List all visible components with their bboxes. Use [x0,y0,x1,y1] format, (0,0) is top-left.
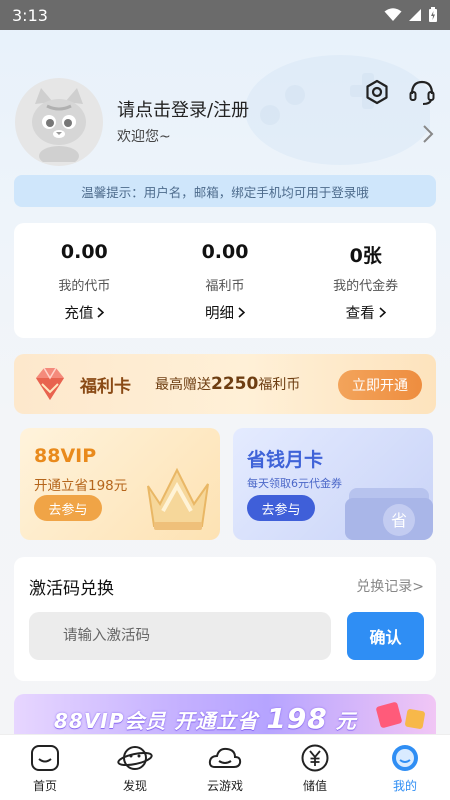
monthly-card-subtitle: 每天领取6元代金券 [247,477,342,490]
status-icons [384,7,438,23]
welfare-desc-suffix: 福利币 [258,377,301,393]
avatar[interactable] [15,78,103,166]
chevron-right-icon [379,307,386,318]
tab-label: 我的 [392,779,417,793]
profile-icon [392,745,418,771]
settings-button[interactable] [363,78,391,106]
monthly-card[interactable]: 省 省钱月卡 每天领取6元代金券 去参与 [233,428,433,540]
gift-decoration-icon [376,702,425,729]
wallet-value: 0.00 [201,241,249,263]
tab-cloud-games[interactable]: 云游戏 [180,735,270,800]
signal-icon [409,9,421,21]
battery-icon [429,7,437,22]
banner-unit: 元 [335,709,357,733]
banner-headline: 88VIP会员 开通立省 [54,709,259,733]
wallet-action-label: 查看 [345,306,375,322]
tab-home[interactable]: 首页 [0,735,90,800]
profile-chevron-right-icon[interactable] [422,124,434,144]
view-vouchers-link[interactable]: 查看 [346,302,386,323]
tab-label: 首页 [32,779,57,793]
banner-text: 88VIP会员 开通立省 198 元 [54,702,357,734]
bottom-tab-bar: 首页 发现 云游戏 储值 我的 [0,734,450,800]
yuan-icon [301,744,329,772]
wallet-label: 我的代币 [58,279,111,294]
activation-code-input[interactable] [29,612,331,660]
open-now-button[interactable]: 立即开通 [338,370,422,400]
vip-card-subtitle: 开通立省198元 [34,478,128,494]
vip-card-title: 88VIP [34,445,97,467]
status-bar: 3:13 [0,0,450,30]
wallet-label: 福利币 [205,279,245,294]
banner-amount: 198 [266,702,328,734]
redeem-title: 激活码兑换 [29,579,114,599]
wallet-vouchers: 0张 我的代金券 查看 [295,223,436,338]
cloud-icon [208,747,242,768]
confirm-button[interactable]: 确认 [347,612,424,660]
chevron-right-icon [97,307,105,318]
home-icon [31,745,59,771]
wallet-label: 我的代金券 [333,279,399,294]
tab-label: 发现 [122,779,147,793]
vip-card[interactable]: 88VIP 开通立省198元 去参与 [20,428,220,540]
tab-discover[interactable]: 发现 [90,735,180,800]
wallet-action-label: 充值 [64,306,94,322]
welfare-amount: 2250 [211,374,259,394]
tab-recharge[interactable]: 储值 [270,735,360,800]
redeem-panel: 激活码兑换 兑换记录> 确认 [14,557,436,681]
welfare-card-title: 福利卡 [80,376,131,397]
status-time: 3:13 [12,5,48,25]
monthly-card-title: 省钱月卡 [247,449,324,471]
svg-text:省: 省 [391,511,407,530]
wallet-action-label: 明细 [205,306,234,322]
customer-service-button[interactable] [408,78,436,106]
vip-join-button[interactable]: 去参与 [34,495,102,521]
settings-icon [366,79,388,105]
wallet-panel: 0.00 我的代币 充值 0.00 福利币 明细 0张 我的代金券 查看 [14,223,436,338]
details-link[interactable]: 明细 [205,302,245,323]
login-prompt[interactable]: 请点击登录/注册 [117,96,249,122]
welcome-text: 欢迎您~ [117,129,171,145]
recharge-link[interactable]: 充值 [64,302,105,323]
cat-avatar-icon [32,88,86,162]
wallet-tokens: 0.00 我的代币 充值 [14,223,155,338]
welfare-desc-prefix: 最高赠送 [155,377,211,393]
headset-icon [409,80,435,105]
diamond-icon [36,367,64,400]
tab-mine[interactable]: 我的 [360,735,450,800]
redeem-record-link[interactable]: 兑换记录> [356,576,424,596]
vip-promo-banner[interactable]: 88VIP会员 开通立省 198 元 [14,694,436,734]
wallet-value: 0.00 [60,241,108,263]
planet-icon [117,746,153,770]
wallet-value: 0张 [349,245,382,267]
wifi-icon [384,8,402,21]
welfare-card-banner[interactable]: 福利卡 最高赠送2250福利币 立即开通 [14,354,436,414]
login-tip: 温馨提示：用户名，邮箱，绑定手机均可用于登录哦 [14,175,436,207]
wallet-card-icon: 省 [345,488,433,540]
welfare-card-desc: 最高赠送2250福利币 [155,374,300,394]
wallet-welfare-coins: 0.00 福利币 明细 [155,223,296,338]
tab-label: 云游戏 [206,779,243,793]
monthly-join-button[interactable]: 去参与 [247,495,315,521]
crown-icon [147,467,209,530]
tab-label: 储值 [302,779,327,793]
chevron-right-icon [238,307,245,318]
